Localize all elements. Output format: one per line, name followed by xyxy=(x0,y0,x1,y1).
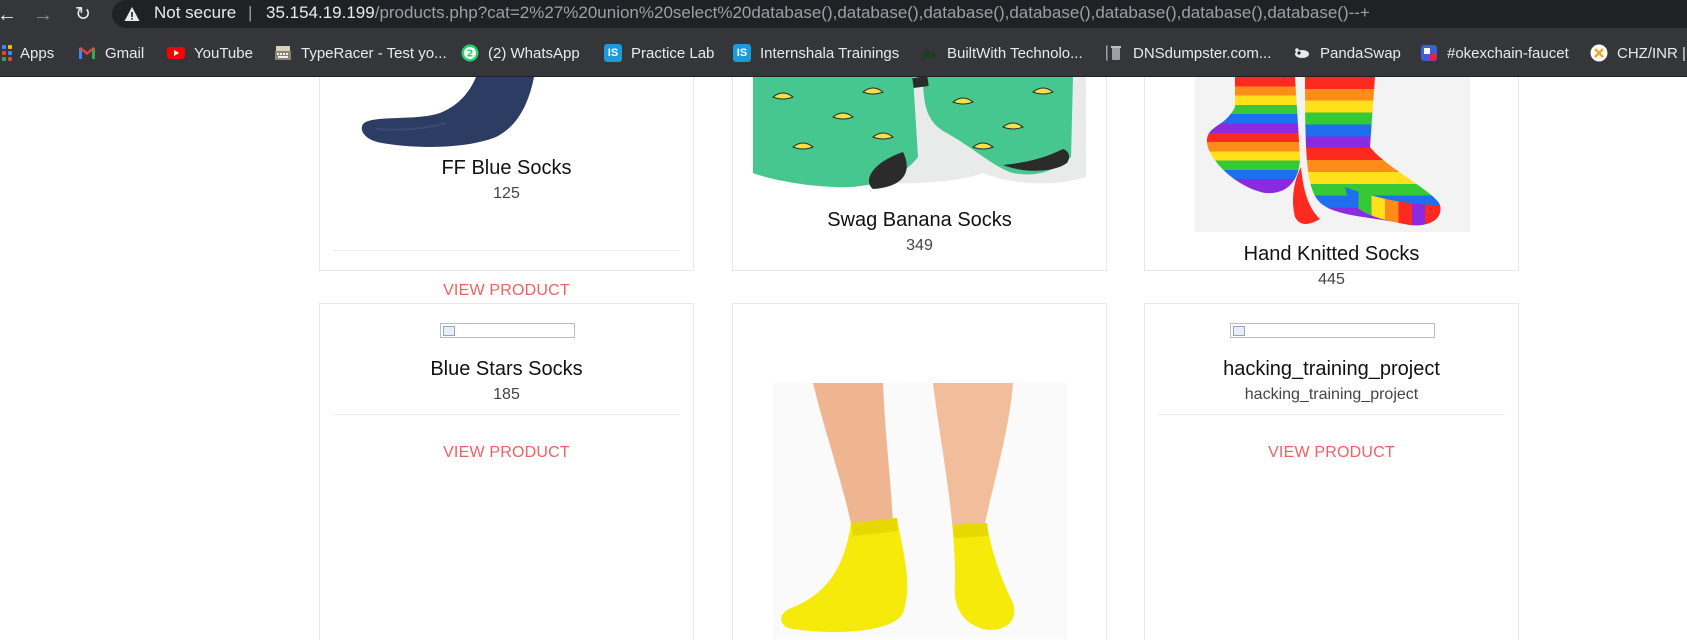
bookmark-label: Apps xyxy=(20,44,55,62)
yellow-socks-image xyxy=(773,383,1067,639)
card-divider xyxy=(333,414,680,415)
product-card: Blue Stars Socks 185 VIEW PRODUCT xyxy=(319,303,694,640)
gmail-icon xyxy=(79,47,95,59)
bookmark-label: BuiltWith Technolo... xyxy=(947,44,1083,62)
broken-image[interactable] xyxy=(1230,323,1435,338)
product-price: 445 xyxy=(1318,271,1345,288)
bookmark-label: TypeRacer - Test yo... xyxy=(301,44,447,62)
bookmark-okexchain[interactable]: #okexchain-faucet xyxy=(1420,42,1569,64)
blue-sock-image xyxy=(361,77,534,147)
bookmark-pandaswap[interactable]: PandaSwap xyxy=(1293,42,1401,64)
product-card: Swag Banana Socks 349 xyxy=(732,77,1107,271)
product-price: 185 xyxy=(493,386,520,403)
apps-grid-icon xyxy=(0,45,12,61)
product-card: hacking_training_project hacking_trainin… xyxy=(1144,303,1519,640)
whatsapp-icon: 2 xyxy=(461,44,479,62)
view-product-link[interactable]: VIEW PRODUCT xyxy=(319,282,694,300)
internshala-icon: IS xyxy=(733,44,751,62)
whatsapp-badge: 2 xyxy=(467,49,474,60)
broken-image-icon xyxy=(1233,326,1245,336)
bookmark-practice-lab[interactable]: IS Practice Lab xyxy=(604,42,714,64)
broken-image[interactable] xyxy=(440,323,575,338)
bookmark-label: Gmail xyxy=(105,44,145,62)
bookmark-builtwith[interactable]: BuiltWith Technolo... xyxy=(920,42,1083,64)
builtwith-icon xyxy=(922,48,937,58)
bookmark-label: YouTube xyxy=(194,44,253,62)
bookmarks-bar: Apps Gmail YouTube TypeRacer - Test yo..… xyxy=(0,30,1687,77)
warning-triangle-icon xyxy=(124,7,140,21)
bookmark-apps[interactable]: Apps xyxy=(0,42,54,64)
back-arrow-icon[interactable]: ← xyxy=(0,2,20,28)
product-price: hacking_training_project xyxy=(1244,386,1419,403)
pandaswap-icon xyxy=(1295,48,1309,58)
reload-icon[interactable]: ↻ xyxy=(70,2,96,28)
product-title[interactable]: Hand Knitted Socks xyxy=(1145,243,1518,266)
bookmark-internshala-trainings[interactable]: IS Internshala Trainings xyxy=(733,42,899,64)
product-title[interactable]: Swag Banana Socks xyxy=(733,209,1106,232)
forward-arrow-icon[interactable]: → xyxy=(30,2,56,28)
security-status-label[interactable]: Not secure xyxy=(154,3,236,23)
bookmark-youtube[interactable]: YouTube xyxy=(167,42,253,64)
dnsdumpster-icon xyxy=(1106,45,1121,61)
bookmark-typeracer[interactable]: TypeRacer - Test yo... xyxy=(274,42,447,64)
bookmark-whatsapp[interactable]: 2 (2) WhatsApp xyxy=(461,42,580,64)
product-image[interactable] xyxy=(356,77,616,147)
product-card: Hand Knitted Socks 445 xyxy=(1144,77,1519,288)
product-image[interactable] xyxy=(753,77,1086,198)
bookmark-label: PandaSwap xyxy=(1320,44,1401,62)
browser-toolbar: ← → ↻ Not secure | 35.154.19.199/product… xyxy=(0,0,1687,30)
broken-image-icon xyxy=(443,326,455,336)
view-product-link[interactable]: VIEW PRODUCT xyxy=(320,444,693,462)
card-divider xyxy=(333,250,680,251)
url-host: 35.154.19.199 xyxy=(266,3,375,22)
okexchain-icon xyxy=(1421,45,1437,61)
bookmark-label: (2) WhatsApp xyxy=(488,44,580,62)
product-card xyxy=(732,303,1107,640)
product-image[interactable] xyxy=(1195,77,1470,232)
bookmark-gmail[interactable]: Gmail xyxy=(78,42,144,64)
chz-icon xyxy=(1590,44,1608,62)
product-image[interactable] xyxy=(773,383,1067,639)
youtube-icon xyxy=(167,47,185,59)
rainbow-socks-image xyxy=(1195,77,1470,232)
bookmark-label: Internshala Trainings xyxy=(760,44,900,62)
bookmark-label: CHZ/INR | xyxy=(1617,44,1686,62)
address-bar[interactable]: Not secure | 35.154.19.199/products.php?… xyxy=(112,0,1687,28)
bookmark-dnsdumpster[interactable]: DNSdumpster.com... xyxy=(1106,42,1271,64)
url-path: /products.php?cat=2%27%20union%20select%… xyxy=(374,3,1370,22)
url-text[interactable]: 35.154.19.199/products.php?cat=2%27%20un… xyxy=(266,3,1370,23)
product-price: 125 xyxy=(493,185,520,202)
omnibox-separator: | xyxy=(248,3,253,22)
product-title[interactable]: FF Blue Socks xyxy=(320,157,693,180)
bookmark-label: DNSdumpster.com... xyxy=(1133,44,1272,62)
product-price: 349 xyxy=(906,237,933,254)
bookmark-label: #okexchain-faucet xyxy=(1447,44,1569,62)
typeracer-icon xyxy=(275,46,291,60)
internshala-icon: IS xyxy=(604,44,622,62)
card-divider xyxy=(1158,414,1505,415)
bookmark-chz-inr[interactable]: CHZ/INR | xyxy=(1590,42,1686,64)
view-product-link[interactable]: VIEW PRODUCT xyxy=(1145,444,1518,462)
bookmark-label: Practice Lab xyxy=(631,44,715,62)
banana-socks-image xyxy=(753,77,1086,198)
product-title[interactable]: Blue Stars Socks xyxy=(320,358,693,381)
product-card: FF Blue Socks 125 xyxy=(319,77,694,271)
product-title[interactable]: hacking_training_project xyxy=(1145,358,1518,381)
